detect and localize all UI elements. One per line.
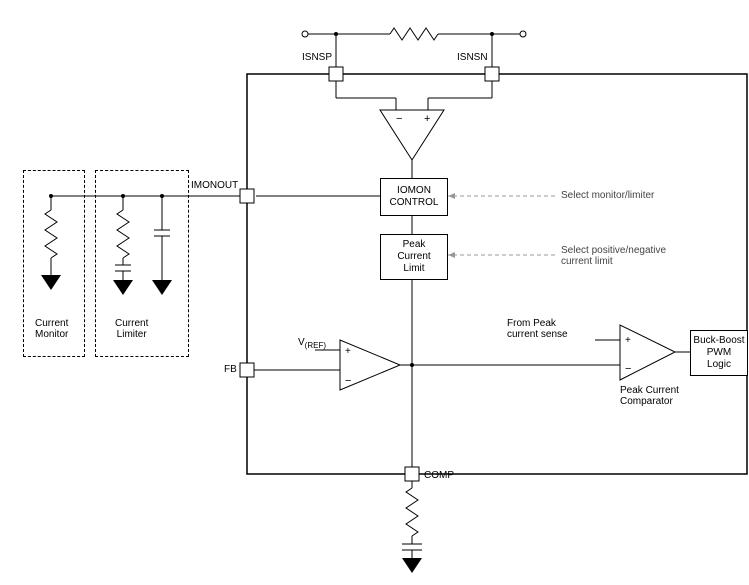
peak-current-limit-block: Peak Current Limit <box>380 234 448 280</box>
svg-text:−: − <box>345 375 351 387</box>
iomon-control-block: IOMON CONTROL <box>380 178 448 216</box>
svg-text:−: − <box>625 363 631 375</box>
svg-text:+: + <box>625 335 631 346</box>
svg-text:+: + <box>345 346 351 357</box>
buck-boost-block: Buck-Boost PWM Logic <box>690 330 748 376</box>
isnsp-label: ISNSP <box>302 52 332 63</box>
vref-label: V(REF) <box>298 337 326 350</box>
svg-text:−: − <box>396 113 402 125</box>
peak-comparator-label: Peak Current Comparator <box>620 385 679 407</box>
from-peak-label: From Peak current sense <box>507 318 568 340</box>
current-limiter-label: Current Limiter <box>115 318 148 340</box>
select-polarity-label: Select positive/negative current limit <box>561 245 666 267</box>
svg-text:+: + <box>424 113 430 125</box>
comp-label: COMP <box>424 470 454 481</box>
current-monitor-label: Current Monitor <box>35 318 68 340</box>
imonout-label: IMONOUT <box>191 180 238 191</box>
select-monitor-label: Select monitor/limiter <box>561 190 654 201</box>
isnsn-label: ISNSN <box>457 52 488 63</box>
fb-label: FB <box>224 364 237 375</box>
